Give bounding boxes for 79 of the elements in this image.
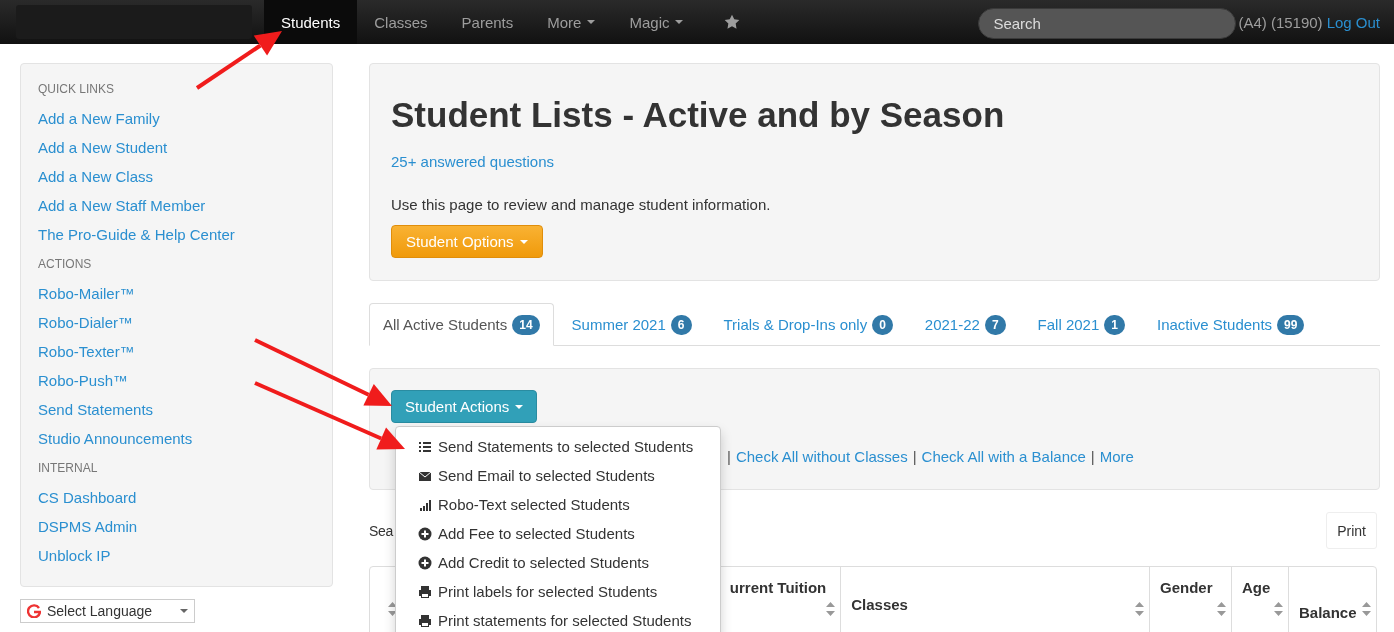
count-badge: 6 — [670, 314, 692, 335]
list-tab[interactable]: Fall 2021 1 — [1023, 303, 1139, 346]
search-label: Sea — [369, 522, 393, 539]
nav-tab[interactable]: Classes — [357, 0, 445, 44]
sidebar-link[interactable]: Studio Announcements — [38, 424, 315, 453]
section-title: ACTIONS — [38, 257, 93, 271]
sort-icon[interactable] — [1362, 602, 1371, 616]
count-badge: 0 — [872, 314, 893, 335]
list-tab[interactable]: Inactive Students 99 — [1143, 303, 1319, 346]
nav-tab[interactable]: Students — [264, 0, 358, 44]
menu-item[interactable]: Add Fee to selected Students — [396, 519, 720, 548]
list-tab[interactable]: 2021-22 7 — [910, 303, 1020, 346]
sidebar-link[interactable]: DSPMS Admin — [38, 512, 315, 541]
sidebar-link[interactable]: Add a New Staff Member — [38, 191, 315, 220]
page-description: Use this page to review and manage student information. — [391, 196, 772, 213]
separator: | — [1090, 448, 1095, 465]
nav-tab[interactable]: Parents — [444, 0, 531, 44]
language-select[interactable]: Select Language — [20, 599, 195, 623]
sidebar-link[interactable]: Add a New Family — [38, 104, 315, 133]
check-link[interactable]: Check All with a Balance — [921, 448, 1086, 465]
list-tab[interactable]: Trials & Drop-Ins only 0 — [709, 303, 907, 346]
check-link[interactable]: More — [1099, 448, 1134, 465]
sidebar-link[interactable]: Robo-Texter™ — [38, 337, 315, 366]
nav-tab[interactable]: More — [530, 0, 613, 44]
count-badge: 99 — [1277, 314, 1305, 335]
signal-bars-icon — [418, 497, 432, 512]
separator: | — [727, 448, 731, 465]
caret-icon — [519, 239, 528, 244]
page-title: Student Lists - Active and by Season — [391, 95, 1006, 135]
sidebar-link[interactable]: Add a New Student — [38, 133, 315, 162]
plus-circle-icon — [418, 526, 432, 541]
menu-item[interactable]: Send Email to selected Students — [396, 461, 720, 490]
column-header[interactable]: Balance — [1299, 604, 1357, 621]
plus-circle-icon — [418, 555, 432, 570]
sidebar-link[interactable]: The Pro-Guide & Help Center — [38, 220, 315, 249]
list-tab[interactable]: Summer 2021 6 — [557, 303, 706, 346]
sidebar-link[interactable]: Unblock IP — [38, 541, 315, 570]
sidebar-link[interactable]: Add a New Class — [38, 162, 315, 191]
section-title: INTERNAL — [38, 461, 99, 475]
section-title: QUICK LINKS — [38, 82, 116, 96]
logout-link[interactable]: Log Out — [1326, 13, 1380, 31]
help-link[interactable]: 25+ answered questions — [391, 153, 1358, 170]
menu-item[interactable]: Print statements for selected Students — [396, 606, 720, 632]
caret-icon — [515, 404, 524, 409]
separator: | — [912, 448, 917, 465]
menu-item[interactable]: Robo-Text selected Students — [396, 490, 720, 519]
sort-icon[interactable] — [826, 602, 836, 616]
sort-icon[interactable] — [1274, 602, 1283, 616]
sort-icon[interactable] — [1135, 602, 1144, 616]
star-icon[interactable] — [724, 14, 741, 30]
menu-item[interactable]: Send Statements to selected Students — [396, 432, 720, 461]
account-id: (A4) (15190) — [1238, 13, 1323, 31]
count-badge: 14 — [512, 314, 540, 335]
column-header[interactable]: Gender — [1160, 579, 1213, 596]
sidebar-link[interactable]: Send Statements — [38, 395, 315, 424]
sidebar-link[interactable]: CS Dashboard — [38, 483, 315, 512]
search-field[interactable]: Search — [978, 8, 1237, 39]
column-header[interactable]: Age — [1242, 579, 1271, 596]
list-icon — [418, 439, 432, 454]
sidebar-link[interactable]: Robo-Push™ — [38, 366, 315, 395]
print-button[interactable]: Print — [1326, 512, 1377, 549]
sort-icon[interactable] — [1217, 602, 1226, 616]
menu-item[interactable]: Add Credit to selected Students — [396, 548, 720, 577]
count-badge: 7 — [984, 314, 1006, 335]
caret-icon — [180, 609, 188, 613]
sidebar-link[interactable]: Robo-Dialer™ — [38, 308, 315, 337]
check-link[interactable]: Check All without Classes — [735, 448, 908, 465]
printer-icon — [418, 584, 432, 599]
student-actions-button[interactable]: Student Actions — [391, 390, 538, 423]
sidebar-link[interactable]: Robo-Mailer™ — [38, 279, 315, 308]
sort-icon[interactable] — [388, 602, 397, 616]
count-badge: 1 — [1104, 314, 1125, 335]
column-header[interactable]: urrent Tuition — [729, 579, 827, 596]
g-logo-icon — [27, 604, 41, 618]
printer-icon — [418, 613, 432, 628]
nav-tab[interactable]: Magic — [612, 0, 701, 44]
column-header[interactable]: Classes — [851, 595, 908, 613]
list-tab[interactable]: All Active Students 14 — [369, 303, 554, 346]
menu-item[interactable]: Print labels for selected Students — [396, 577, 720, 606]
